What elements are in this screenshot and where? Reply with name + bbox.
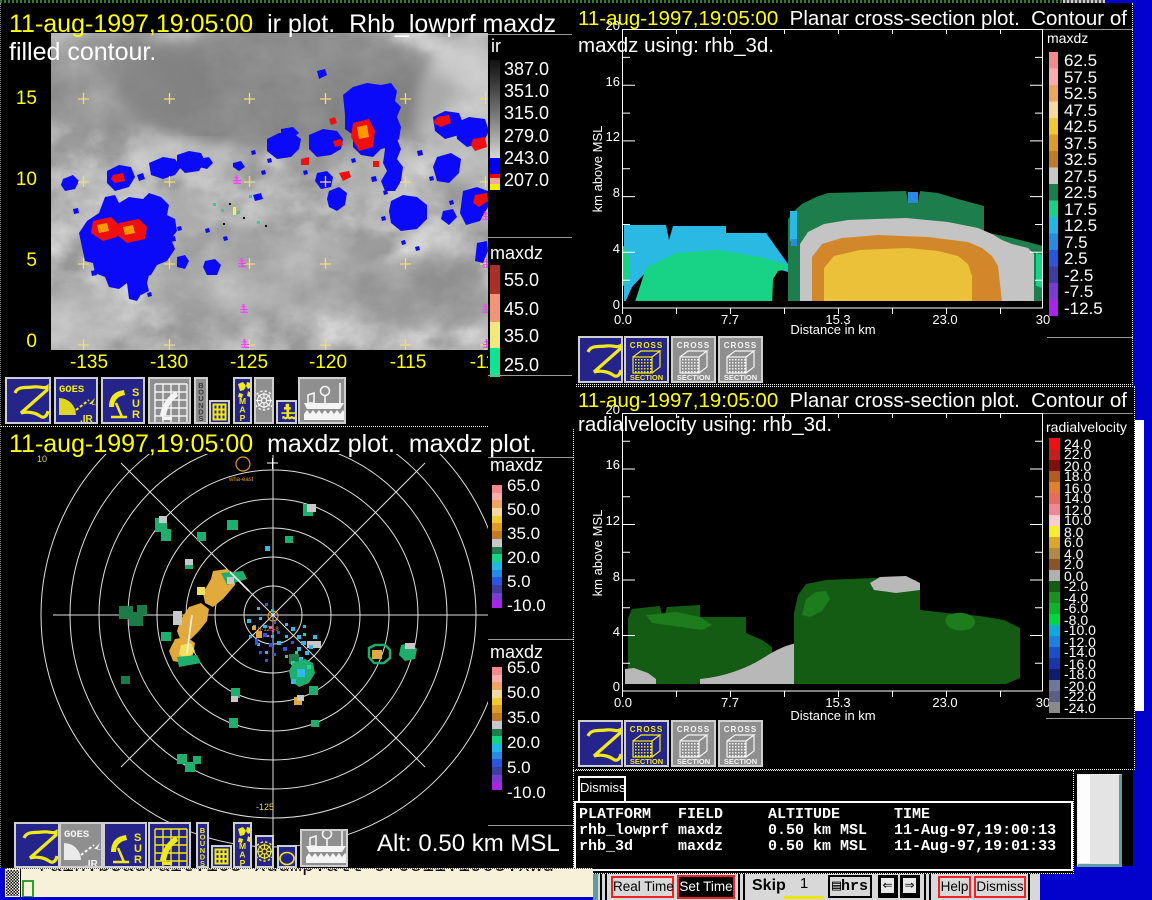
svg-text:SECTION: SECTION — [677, 757, 710, 765]
svg-text:-24.0: -24.0 — [1064, 700, 1096, 716]
svg-text:0.0: 0.0 — [614, 695, 632, 710]
svg-text:12: 12 — [606, 513, 620, 528]
svg-text:12: 12 — [606, 129, 620, 144]
svg-text:P: P — [240, 858, 246, 866]
svg-text:CROSS: CROSS — [630, 341, 663, 350]
svg-text:4: 4 — [613, 624, 620, 639]
svg-text:30: 30 — [1036, 312, 1050, 327]
svg-text:GOES: GOES — [64, 829, 89, 841]
svg-text:CROSS: CROSS — [677, 341, 710, 350]
svg-text:0: 0 — [613, 297, 620, 312]
svg-text:7.7: 7.7 — [721, 312, 739, 327]
svg-text:SECTION: SECTION — [630, 373, 663, 381]
svg-text:SECTION: SECTION — [724, 373, 757, 381]
svg-text:km above MSL: km above MSL — [590, 126, 605, 213]
svg-text:4: 4 — [613, 241, 620, 256]
svg-text:GOES: GOES — [59, 384, 84, 396]
svg-text:SECTION: SECTION — [630, 757, 663, 765]
svg-text:CROSS: CROSS — [630, 725, 663, 734]
svg-text:0: 0 — [613, 679, 620, 694]
svg-text:maxdz: maxdz — [1047, 30, 1088, 46]
svg-text:SECTION: SECTION — [677, 373, 710, 381]
svg-text:R: R — [134, 854, 142, 866]
svg-text:wha-east: wha-east — [228, 477, 254, 483]
svg-text:-12.5: -12.5 — [1064, 299, 1103, 318]
svg-text:S: S — [200, 859, 205, 866]
svg-text:P: P — [240, 413, 246, 422]
svg-text:30: 30 — [1036, 695, 1050, 710]
svg-text:.IR: .IR — [80, 414, 94, 422]
svg-text:8: 8 — [613, 569, 620, 584]
svg-text:CROSS: CROSS — [724, 725, 757, 734]
svg-text:km above MSL: km above MSL — [590, 510, 605, 597]
svg-text:16: 16 — [606, 74, 620, 89]
svg-text:16: 16 — [606, 457, 620, 472]
svg-text:R: R — [132, 409, 140, 421]
svg-text:7.7: 7.7 — [721, 695, 739, 710]
svg-text:23.0: 23.0 — [932, 695, 957, 710]
svg-text:radialvelocity: radialvelocity — [1046, 419, 1127, 435]
svg-text:23.0: 23.0 — [932, 312, 957, 327]
svg-text:.IR: .IR — [85, 859, 99, 866]
svg-text:0.0: 0.0 — [614, 312, 632, 327]
svg-text:-125: -125 — [256, 802, 274, 812]
svg-text:S: S — [198, 414, 203, 422]
svg-text:8: 8 — [613, 185, 620, 200]
svg-text:CROSS: CROSS — [724, 341, 757, 350]
svg-text:SECTION: SECTION — [724, 757, 757, 765]
svg-text:CROSS: CROSS — [677, 725, 710, 734]
